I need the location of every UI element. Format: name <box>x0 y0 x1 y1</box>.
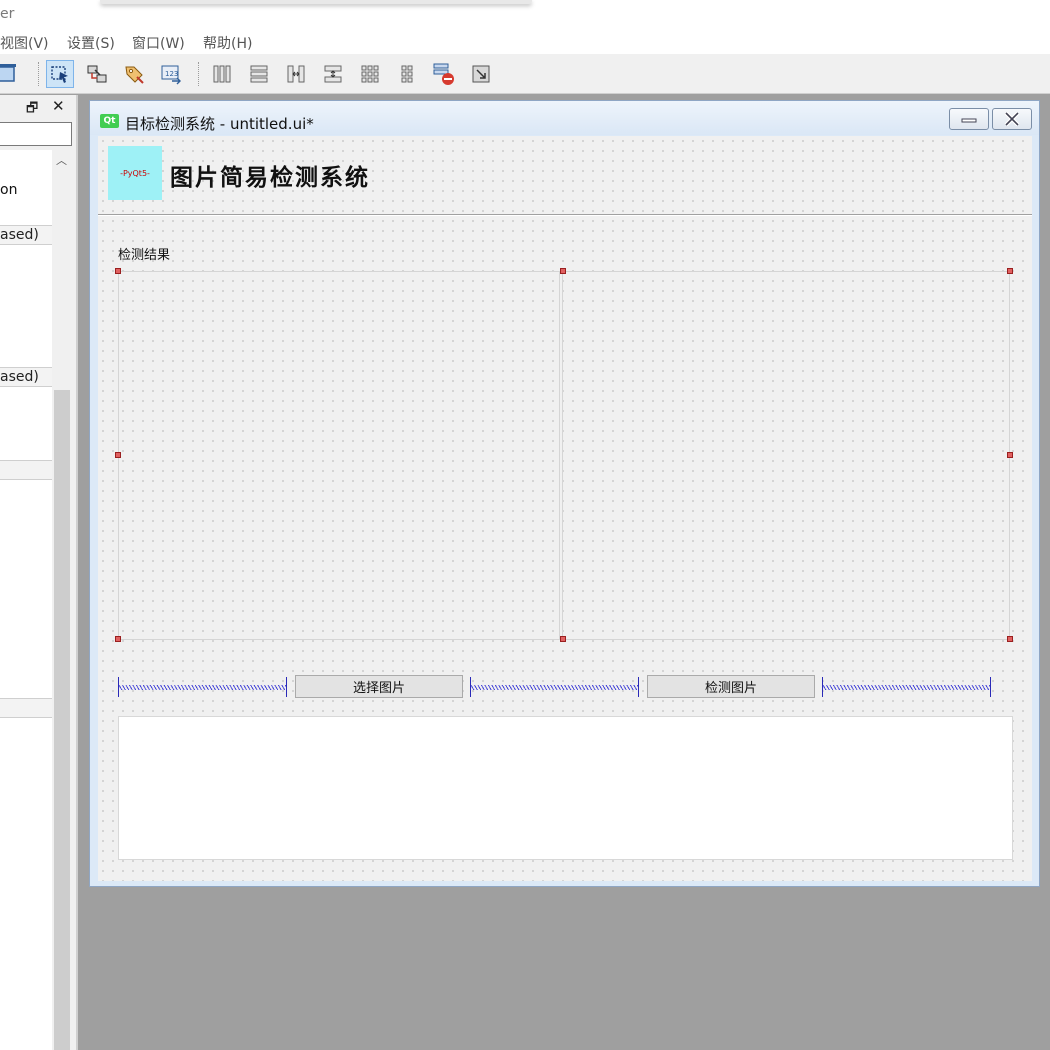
original-image-label[interactable] <box>118 271 560 640</box>
widget-list: on ased) ased) <box>0 150 52 1050</box>
widget-category[interactable]: ased) <box>0 225 52 245</box>
menu-settings[interactable]: 设置(S) <box>67 33 115 53</box>
layout-grid-icon[interactable] <box>393 60 421 88</box>
horizontal-spacer[interactable] <box>470 677 639 697</box>
result-group-title: 检测结果 <box>118 248 171 263</box>
result-group-box[interactable]: 检测结果 <box>112 236 1026 646</box>
float-icon[interactable]: 🗗 <box>26 99 38 121</box>
selection-handle[interactable] <box>115 636 121 642</box>
close-button[interactable] <box>992 108 1032 130</box>
break-layout-icon[interactable] <box>430 60 458 88</box>
widget-editor-icon[interactable] <box>46 60 74 88</box>
layout-vertical-splitter-icon[interactable] <box>319 60 347 88</box>
signal-slot-editor-icon[interactable] <box>83 60 111 88</box>
widget-list-scrollbar[interactable]: ︿ <box>52 150 72 1050</box>
layout-horizontal-icon[interactable] <box>208 60 236 88</box>
close-icon[interactable]: ✕ <box>52 97 65 115</box>
log-text-edit[interactable] <box>118 716 1013 860</box>
layout-form-icon[interactable] <box>356 60 384 88</box>
app-titlebar: er <box>0 0 1050 28</box>
widget-category[interactable]: ased) <box>0 367 52 387</box>
result-image-label[interactable] <box>562 271 1010 640</box>
toolbar: 123 <box>0 54 1050 94</box>
detect-image-button[interactable]: 检测图片 <box>647 675 815 698</box>
minimize-icon <box>961 118 977 123</box>
layout-vertical-icon[interactable] <box>245 60 273 88</box>
form-window: Qt 目标检测系统 - untitled.ui* -PyQt5- 图片简易检测系… <box>89 100 1040 887</box>
buddy-editor-icon[interactable] <box>120 60 148 88</box>
selection-handle[interactable] <box>1007 636 1013 642</box>
floating-window-edge <box>100 0 532 4</box>
adjust-size-icon[interactable] <box>467 60 495 88</box>
selection-handle[interactable] <box>560 636 566 642</box>
menu-help[interactable]: 帮助(H) <box>203 33 252 53</box>
app-title: er <box>0 6 15 22</box>
select-image-button[interactable]: 选择图片 <box>295 675 463 698</box>
qt-logo-icon: Qt <box>100 114 119 128</box>
widget-category[interactable] <box>0 460 52 480</box>
form-canvas[interactable]: -PyQt5- 图片简易检测系统 检测结果 选择图片 检测图片 <box>98 136 1032 881</box>
header-title-label[interactable]: 图片简易检测系统 <box>170 158 370 192</box>
menu-view[interactable]: 视图(V) <box>0 33 49 53</box>
toolbar-separator <box>198 62 200 86</box>
form-window-title: 目标检测系统 - untitled.ui* <box>125 115 314 133</box>
list-item[interactable]: on <box>0 182 17 198</box>
chevron-up-icon[interactable]: ︿ <box>56 152 67 168</box>
layout-horizontal-splitter-icon[interactable] <box>282 60 310 88</box>
menu-window[interactable]: 窗口(W) <box>132 33 185 53</box>
form-titlebar: Qt 目标检测系统 - untitled.ui* <box>90 101 1039 135</box>
dock-splitter[interactable] <box>76 95 78 1050</box>
selection-handle[interactable] <box>115 452 121 458</box>
horizontal-spacer[interactable] <box>822 677 991 697</box>
logo-text: -PyQt5- <box>120 168 150 178</box>
widget-filter-input[interactable] <box>0 122 72 146</box>
horizontal-spacer[interactable] <box>118 677 287 697</box>
toolbar-separator <box>38 62 40 86</box>
widget-category[interactable] <box>0 698 52 718</box>
svg-text:123: 123 <box>165 70 178 78</box>
selection-handle[interactable] <box>560 268 566 274</box>
scrollbar-thumb[interactable] <box>54 390 70 1050</box>
selection-handle[interactable] <box>1007 452 1013 458</box>
selection-handle[interactable] <box>1007 268 1013 274</box>
minimize-button[interactable] <box>949 108 989 130</box>
header-divider[interactable] <box>98 214 1032 216</box>
button-row-layout: 选择图片 检测图片 <box>112 658 1026 714</box>
tab-order-editor-icon[interactable]: 123 <box>157 60 185 88</box>
window-stack-icon[interactable] <box>0 60 20 88</box>
widget-box-panel: 🗗 ✕ on ased) ased) ︿ <box>0 95 76 1050</box>
menu-bar: 视图(V) 设置(S) 窗口(W) 帮助(H) <box>0 28 1050 54</box>
logo-label[interactable]: -PyQt5- <box>108 146 162 200</box>
close-icon <box>1004 112 1020 126</box>
selection-handle[interactable] <box>115 268 121 274</box>
widget-box-header: 🗗 ✕ <box>0 95 76 119</box>
